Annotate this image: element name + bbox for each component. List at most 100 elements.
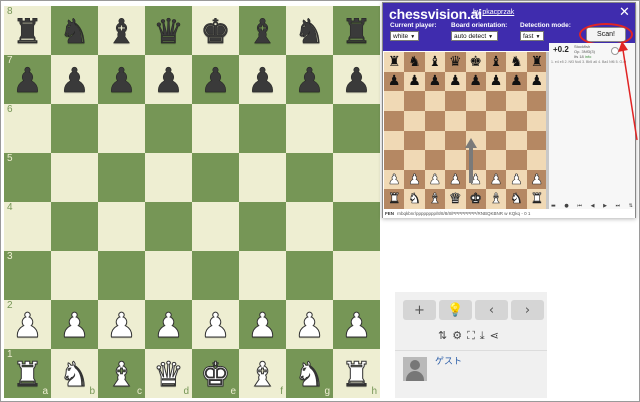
- white-pawn-icon[interactable]: ♟: [341, 308, 373, 343]
- black-pawn-icon[interactable]: ♟: [106, 63, 137, 98]
- square-f3[interactable]: [239, 251, 286, 300]
- detection-mode-select[interactable]: fast ▼: [520, 31, 544, 41]
- square-b6[interactable]: [51, 104, 98, 153]
- square-b2[interactable]: ♟: [51, 300, 98, 349]
- square-b7[interactable]: ♟: [51, 55, 98, 104]
- square-e1[interactable]: e ♚: [192, 349, 239, 398]
- square-c5[interactable]: [98, 153, 145, 202]
- black-rook-icon[interactable]: ♜: [341, 14, 372, 49]
- black-pawn-icon[interactable]: ♟: [247, 63, 278, 98]
- square-h6[interactable]: [333, 104, 380, 153]
- white-pawn-icon[interactable]: ♟: [294, 308, 326, 343]
- square-d8[interactable]: ♛: [145, 6, 192, 55]
- square-g3[interactable]: [286, 251, 333, 300]
- square-f4[interactable]: [239, 202, 286, 251]
- black-rook-icon[interactable]: ♜: [12, 14, 43, 49]
- square-h1[interactable]: h ♜: [333, 349, 380, 398]
- square-g4[interactable]: [286, 202, 333, 251]
- square-h4[interactable]: [333, 202, 380, 251]
- square-e4[interactable]: [192, 202, 239, 251]
- hint-button[interactable]: 💡: [439, 300, 472, 320]
- square-d5[interactable]: [145, 153, 192, 202]
- square-c1[interactable]: c ♝: [98, 349, 145, 398]
- white-queen-icon[interactable]: ♛: [153, 357, 185, 392]
- square-e3[interactable]: [192, 251, 239, 300]
- square-f2[interactable]: ♟: [239, 300, 286, 349]
- square-f5[interactable]: [239, 153, 286, 202]
- white-bishop-icon[interactable]: ♝: [106, 357, 138, 392]
- square-f7[interactable]: ♟: [239, 55, 286, 104]
- square-g8[interactable]: ♞: [286, 6, 333, 55]
- square-c2[interactable]: ♟: [98, 300, 145, 349]
- black-pawn-icon[interactable]: ♟: [341, 63, 372, 98]
- square-e5[interactable]: [192, 153, 239, 202]
- add-button[interactable]: +: [403, 300, 436, 320]
- share-icon[interactable]: ⋖: [490, 329, 499, 343]
- white-knight-icon[interactable]: ♞: [294, 357, 326, 392]
- white-pawn-icon[interactable]: ♟: [106, 308, 138, 343]
- square-h2[interactable]: ♟: [333, 300, 380, 349]
- fullscreen-icon[interactable]: ⛶: [467, 329, 475, 343]
- square-g5[interactable]: [286, 153, 333, 202]
- square-c8[interactable]: ♝: [98, 6, 145, 55]
- square-h7[interactable]: ♟: [333, 55, 380, 104]
- white-pawn-icon[interactable]: ♟: [200, 308, 232, 343]
- close-icon[interactable]: ✕: [619, 5, 630, 20]
- square-b3[interactable]: [51, 251, 98, 300]
- white-knight-icon[interactable]: ♞: [59, 357, 91, 392]
- username-link[interactable]: ゲスト: [435, 354, 462, 367]
- white-pawn-icon[interactable]: ♟: [59, 308, 91, 343]
- square-d4[interactable]: [145, 202, 192, 251]
- settings-icon[interactable]: ⚙: [452, 329, 462, 343]
- square-d1[interactable]: d ♛: [145, 349, 192, 398]
- square-c4[interactable]: [98, 202, 145, 251]
- square-g6[interactable]: [286, 104, 333, 153]
- author-link[interactable]: pkacprzak: [482, 9, 514, 16]
- square-e7[interactable]: ♟: [192, 55, 239, 104]
- square-d2[interactable]: ♟: [145, 300, 192, 349]
- black-pawn-icon[interactable]: ♟: [59, 63, 90, 98]
- square-a6[interactable]: 6: [4, 104, 51, 153]
- square-h5[interactable]: [333, 153, 380, 202]
- square-e6[interactable]: [192, 104, 239, 153]
- flip-board-icon[interactable]: ⇅: [438, 329, 447, 343]
- white-rook-icon[interactable]: ♜: [12, 357, 44, 392]
- black-knight-icon[interactable]: ♞: [59, 14, 90, 49]
- square-b4[interactable]: [51, 202, 98, 251]
- toggle-icon[interactable]: [611, 47, 619, 55]
- black-king-icon[interactable]: ♚: [200, 14, 231, 49]
- white-pawn-icon[interactable]: ♟: [247, 308, 279, 343]
- fen-value[interactable]: rnbqkbnr/pppppppp/8/8/8/8/PPPPPPPP/RNBQK…: [397, 211, 530, 216]
- square-c7[interactable]: ♟: [98, 55, 145, 104]
- square-a2[interactable]: 2 ♟: [4, 300, 51, 349]
- square-a4[interactable]: 4: [4, 202, 51, 251]
- black-pawn-icon[interactable]: ♟: [12, 63, 43, 98]
- square-d3[interactable]: [145, 251, 192, 300]
- square-f8[interactable]: ♝: [239, 6, 286, 55]
- square-e2[interactable]: ♟: [192, 300, 239, 349]
- black-bishop-icon[interactable]: ♝: [247, 14, 278, 49]
- white-pawn-icon[interactable]: ♟: [12, 308, 44, 343]
- square-a7[interactable]: 7 ♟: [4, 55, 51, 104]
- white-king-icon[interactable]: ♚: [200, 357, 232, 392]
- white-rook-icon[interactable]: ♜: [341, 357, 373, 392]
- black-bishop-icon[interactable]: ♝: [106, 14, 137, 49]
- square-g2[interactable]: ♟: [286, 300, 333, 349]
- square-d7[interactable]: ♟: [145, 55, 192, 104]
- black-pawn-icon[interactable]: ♟: [294, 63, 325, 98]
- square-f1[interactable]: f ♝: [239, 349, 286, 398]
- black-knight-icon[interactable]: ♞: [294, 14, 325, 49]
- black-queen-icon[interactable]: ♛: [153, 14, 184, 49]
- square-f6[interactable]: [239, 104, 286, 153]
- white-bishop-icon[interactable]: ♝: [247, 357, 279, 392]
- black-pawn-icon[interactable]: ♟: [200, 63, 231, 98]
- square-h3[interactable]: [333, 251, 380, 300]
- square-c6[interactable]: [98, 104, 145, 153]
- square-a1[interactable]: 1 a ♜: [4, 349, 51, 398]
- square-h8[interactable]: ♜: [333, 6, 380, 55]
- square-a5[interactable]: 5: [4, 153, 51, 202]
- square-e8[interactable]: ♚: [192, 6, 239, 55]
- download-icon[interactable]: ⤓: [480, 329, 485, 343]
- square-c3[interactable]: [98, 251, 145, 300]
- square-g7[interactable]: ♟: [286, 55, 333, 104]
